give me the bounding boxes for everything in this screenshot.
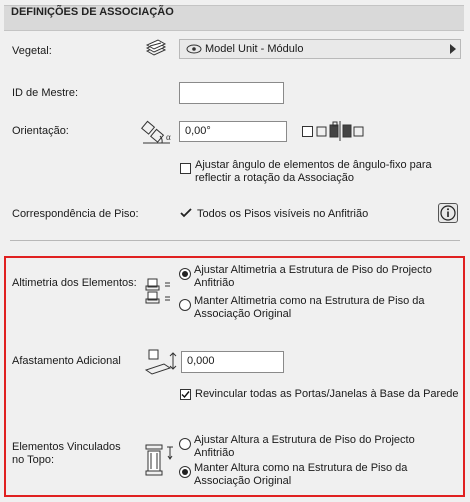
offset-input[interactable]: 0,000 <box>181 351 284 373</box>
info-button[interactable] <box>438 203 458 223</box>
elevation-icon <box>145 278 170 304</box>
master-id-input[interactable] <box>179 82 284 104</box>
relink-checkbox[interactable] <box>180 389 191 400</box>
vegetal-value: Model Unit - Módulo <box>205 43 304 55</box>
rotate-elements-icon <box>316 121 364 141</box>
elevation-option-keep-label: Manter Altimetria como na Estrutura de P… <box>194 295 425 320</box>
top-linked-option-adjust-radio[interactable] <box>179 438 191 450</box>
floor-match-label: Correspondência de Piso: <box>12 208 139 220</box>
vegetal-label: Vegetal: <box>12 45 52 57</box>
svg-text:α: α <box>166 132 171 142</box>
top-linked-option-keep-label: Manter Altura como na Estrutura de Piso … <box>194 462 408 487</box>
divider <box>10 240 460 241</box>
floor-match-value: Todos os Pisos visíveis no Anfitrião <box>197 208 369 220</box>
top-link-icon <box>145 444 173 476</box>
info-icon <box>440 205 456 221</box>
check-icon <box>181 391 190 399</box>
elevation-option-adjust-label: Ajustar Altimetria a Estrutura de Piso d… <box>194 264 432 289</box>
checkmark-icon <box>180 208 192 218</box>
eye-icon <box>186 44 202 54</box>
rotation-icon: α <box>141 120 171 144</box>
offset-label: Afastamento Adicional <box>12 355 121 367</box>
top-linked-option-keep-radio[interactable] <box>179 466 191 478</box>
elevation-option-adjust-radio[interactable] <box>179 268 191 280</box>
orientation-label: Orientação: <box>12 125 69 137</box>
relink-label: Revincular todas as Portas/Janelas à Bas… <box>195 388 459 400</box>
adjust-angle-checkbox[interactable] <box>180 163 191 174</box>
adjust-angle-label: Ajustar ângulo de elementos de ângulo-fi… <box>195 159 432 184</box>
chevron-right-icon <box>450 44 456 54</box>
top-linked-label: Elementos Vinculados no Topo: <box>12 441 121 466</box>
top-linked-option-adjust-label: Ajustar Altura a Estrutura de Piso do Pr… <box>194 434 415 459</box>
orientation-lock-checkbox[interactable] <box>302 126 313 137</box>
master-id-label: ID de Mestre: <box>12 87 79 99</box>
elevation-option-keep-radio[interactable] <box>179 299 191 311</box>
section-title: DEFINIÇÕES DE ASSOCIAÇÃO <box>11 6 174 18</box>
layers-icon <box>145 39 167 56</box>
offset-icon <box>144 349 177 375</box>
elevation-label: Altimetria dos Elementos: <box>12 277 137 289</box>
orientation-input[interactable]: 0,00° <box>179 121 287 142</box>
